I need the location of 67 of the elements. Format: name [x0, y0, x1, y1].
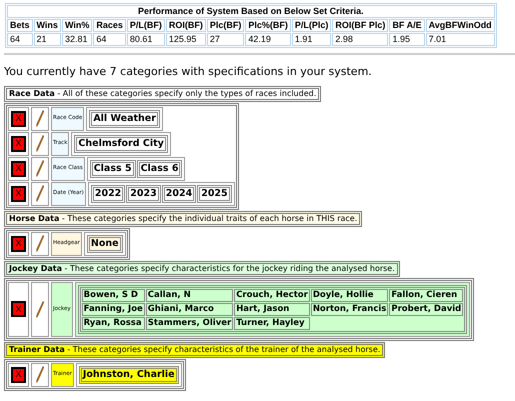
column-header: Races	[93, 19, 126, 32]
table-cell: 64	[93, 33, 126, 46]
value-tag: None	[86, 234, 123, 252]
pencil-icon[interactable]	[36, 235, 44, 252]
column-header: Wins	[34, 19, 61, 32]
pencil-icon[interactable]	[36, 160, 44, 177]
delete-button[interactable]: X	[11, 236, 26, 252]
value-tag: Stammers, Oliver	[146, 316, 234, 330]
pencil-icon[interactable]	[36, 366, 44, 383]
column-header: AvgBFWinOdd	[426, 19, 495, 32]
value-tag: Fallon, Cieren	[389, 288, 464, 302]
table-cell: 42.19	[245, 33, 291, 46]
column-header: ROI(BF Plc)	[332, 19, 388, 32]
table-cell: 80.61	[126, 33, 165, 46]
section-heading: Horse Data - These categories specify the individual traits of each horse in THIS race.	[4, 210, 362, 226]
column-header: P/L(Plc)	[292, 19, 332, 32]
delete-button[interactable]: X	[11, 136, 26, 152]
value-tag: Norton, Francis	[310, 302, 388, 316]
table-cell: 1.91	[292, 33, 332, 46]
value-tag: Doyle, Hollie	[310, 288, 388, 302]
pencil-icon[interactable]	[36, 135, 44, 152]
value-tag: Turner, Hayley	[234, 316, 310, 330]
delete-button[interactable]: X	[11, 160, 26, 176]
value-tag: Callan, N	[146, 288, 234, 302]
delete-button[interactable]: X	[11, 366, 26, 382]
value-tag: 2024	[162, 184, 196, 202]
section-heading: Trainer Data - These categories specify characteristics of the trainer of the analysed horse.	[4, 342, 386, 358]
column-header: BF A/E	[389, 19, 425, 32]
value-tag: 2022	[90, 184, 126, 202]
delete-button[interactable]: X	[11, 301, 26, 317]
value-tag: Hart, Jason	[234, 302, 310, 316]
column-header: Win%	[62, 19, 92, 32]
value-tag: 2023	[126, 184, 161, 202]
value-tag: Class 5	[90, 160, 136, 178]
table-cell: 27	[206, 33, 244, 46]
pencil-icon[interactable]	[36, 300, 44, 318]
table-cell: 1.95	[389, 33, 425, 46]
value-tag: Probert, David	[389, 302, 464, 316]
column-header: Plc(BF)	[206, 19, 244, 32]
pencil-icon[interactable]	[36, 110, 44, 127]
table-cell: 21	[34, 33, 61, 46]
column-header: Plc%(BF)	[245, 19, 291, 32]
value-tag: Fanning, Joe	[82, 302, 145, 316]
column-header: Bets	[7, 19, 33, 32]
value-tag: Ghiani, Marco	[146, 302, 234, 316]
table-cell: 7.01	[426, 33, 495, 46]
delete-button[interactable]: X	[11, 186, 26, 202]
summary-text: You currently have 7 categories with specifications in your system.	[4, 64, 373, 80]
table-cell: 2.98	[332, 33, 388, 46]
table-cell: 64	[7, 33, 33, 46]
pencil-icon[interactable]	[36, 185, 44, 202]
value-tag: Crouch, Hector	[234, 288, 310, 302]
value-tag: 2025	[197, 184, 232, 202]
value-tag: Ryan, Rossa	[82, 316, 145, 330]
table-cell: 32.81	[62, 33, 92, 46]
value-tag: Class 6	[136, 160, 182, 178]
table-title: Performance of System Based on Below Set Criteria.	[7, 5, 495, 18]
value-tag: Chelmsford City	[74, 134, 168, 152]
column-header: ROI(BF)	[166, 19, 206, 32]
value-tag: Johnston, Charlie	[78, 366, 179, 384]
delete-button[interactable]: X	[11, 110, 26, 126]
section-heading: Race Data - All of these categories specify only the types of races included.	[4, 86, 322, 102]
column-header: P/L(BF)	[126, 19, 165, 32]
value-tag: All Weather	[89, 110, 160, 128]
section-heading: Jockey Data - These categories specify characteristics for the jockey riding the analysed horse.	[4, 260, 400, 276]
table-cell: 125.95	[166, 33, 206, 46]
value-tag: Bowen, S D	[82, 288, 145, 302]
